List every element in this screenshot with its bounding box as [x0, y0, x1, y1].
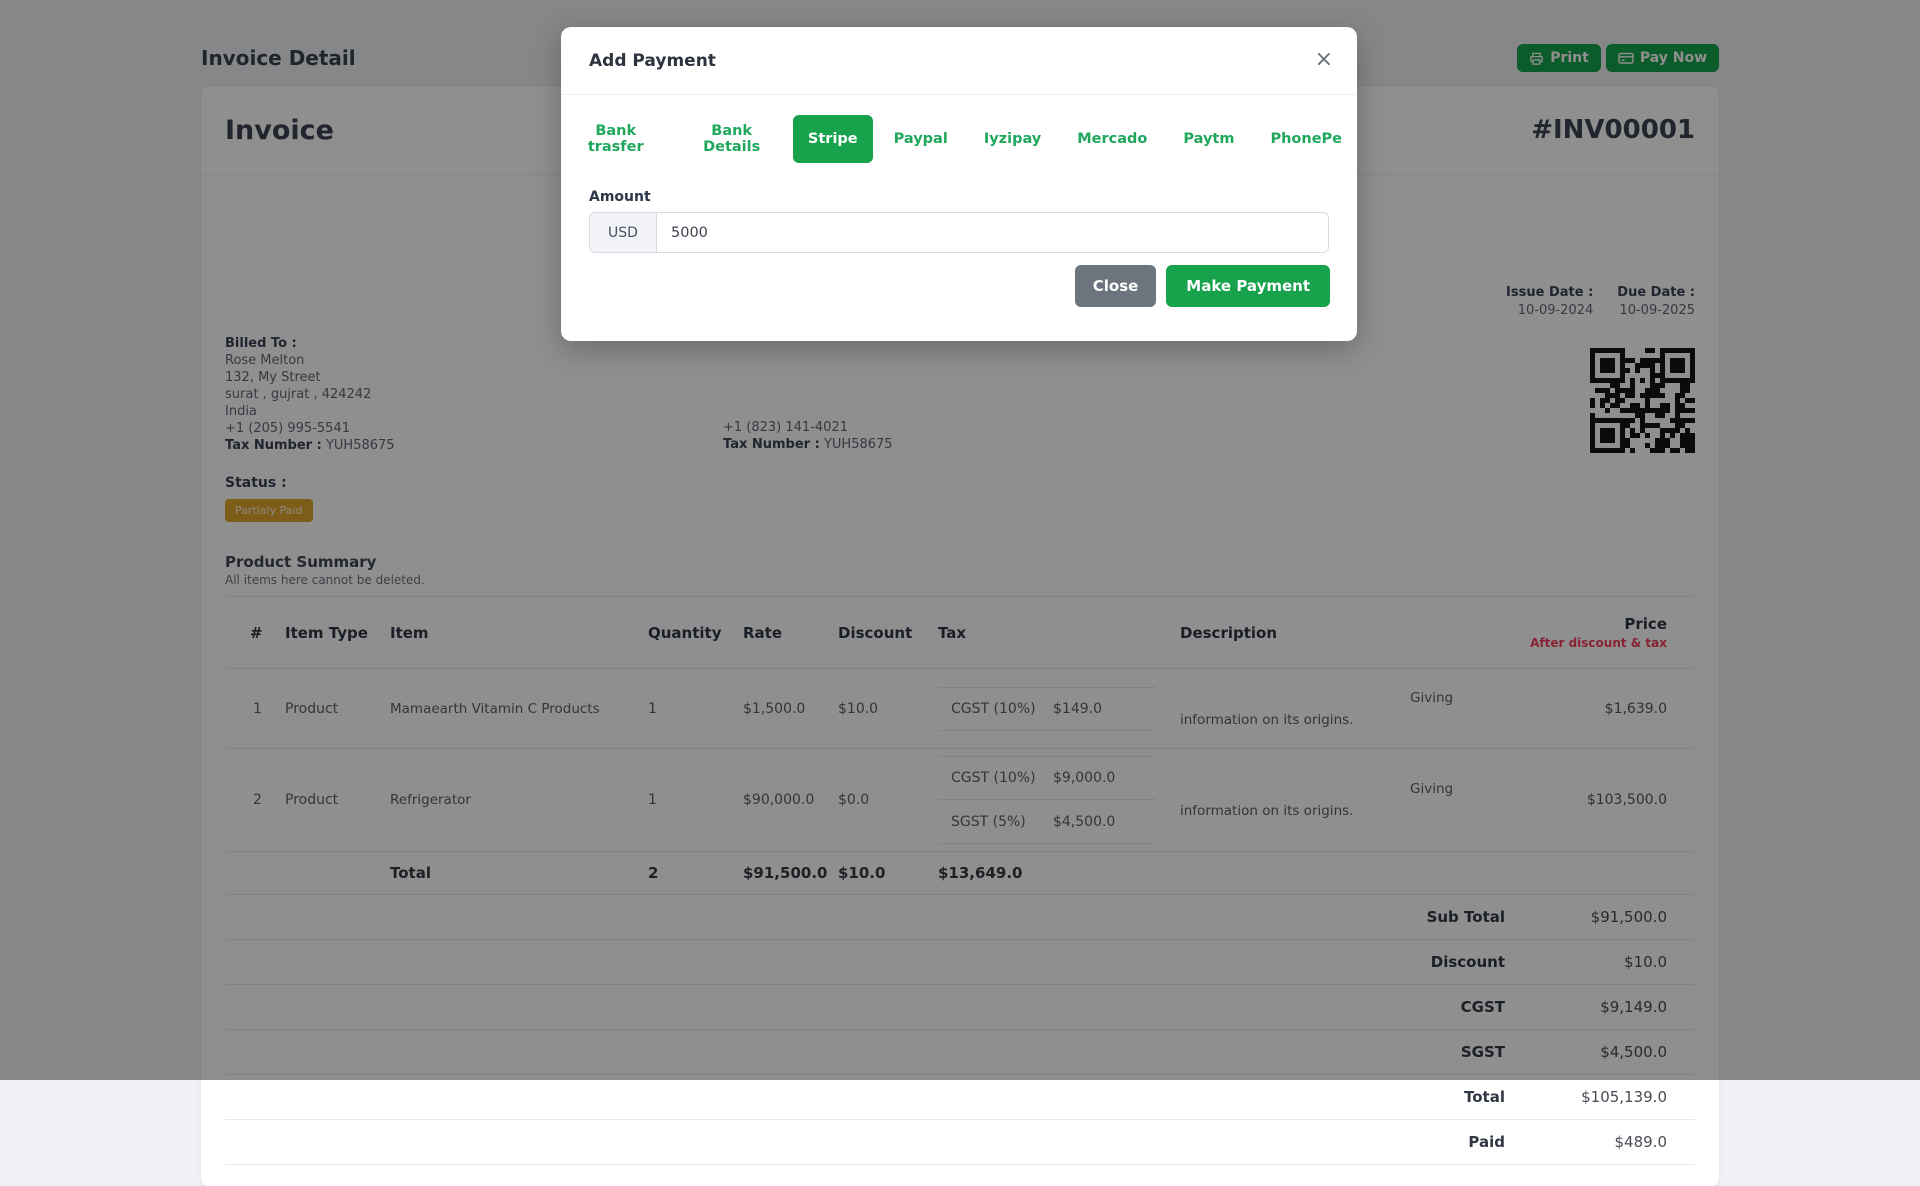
amount-field-group: Amount USD: [589, 189, 1329, 253]
tab-paypal[interactable]: Paypal: [879, 115, 963, 163]
summary-row: Paid $489.0: [225, 1120, 1695, 1165]
amount-input[interactable]: [656, 212, 1329, 253]
summary-row: Total $105,139.0: [225, 1075, 1695, 1120]
close-icon: ×: [1314, 47, 1333, 72]
tab-phonepe[interactable]: PhonePe: [1255, 115, 1357, 163]
tab-mercado[interactable]: Mercado: [1062, 115, 1162, 163]
tab-paytm[interactable]: Paytm: [1168, 115, 1249, 163]
tab-bank-transfer[interactable]: Bank trasfer: [561, 115, 670, 163]
currency-prefix: USD: [589, 212, 656, 253]
modal-footer: Close Make Payment: [588, 265, 1330, 307]
add-payment-modal: Add Payment × Bank trasfer Bank Details …: [561, 27, 1357, 341]
payment-method-tabs: Bank trasfer Bank Details Stripe Paypal …: [561, 115, 1357, 163]
tab-iyzipay[interactable]: Iyzipay: [969, 115, 1056, 163]
close-button[interactable]: Close: [1074, 265, 1157, 307]
amount-label: Amount: [589, 189, 651, 205]
modal-close-button[interactable]: ×: [1315, 49, 1333, 71]
tab-bank-details[interactable]: Bank Details: [676, 115, 786, 163]
modal-title: Add Payment: [589, 50, 716, 71]
tab-stripe[interactable]: Stripe: [792, 115, 873, 163]
make-payment-button[interactable]: Make Payment: [1166, 265, 1330, 307]
modal-header: Add Payment ×: [561, 27, 1357, 95]
